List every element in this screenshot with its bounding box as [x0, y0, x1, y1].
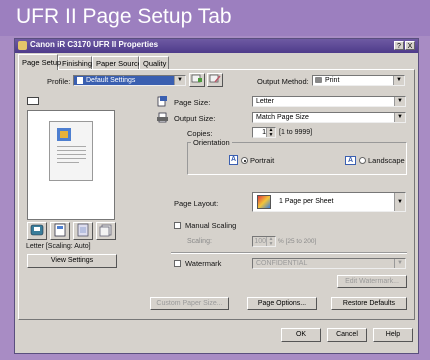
output-size-label: Output Size:: [174, 114, 216, 123]
printer-icon: [30, 224, 44, 236]
preview-mode-icon: [27, 97, 39, 105]
output-method-select[interactable]: Print ▼: [312, 75, 405, 86]
view-settings-button[interactable]: View Settings: [27, 254, 117, 268]
landscape-radio[interactable]: [359, 157, 366, 164]
page-size-icon: [157, 96, 167, 107]
page-layout-value: 1 Page per Sheet: [279, 198, 334, 205]
page-layout-label: Page Layout:: [174, 199, 219, 208]
edit-profile-icon: [209, 74, 221, 83]
window-title: Canon iR C3170 UFR II Properties: [30, 40, 159, 49]
copies-stepper[interactable]: 1 ▲ ▼: [252, 127, 276, 138]
watermark-checkbox[interactable]: [174, 260, 181, 267]
watermark-value: CONFIDENTIAL: [256, 260, 308, 267]
add-profile-icon: [191, 74, 202, 83]
page-size-value: Letter: [256, 98, 274, 105]
portrait-label[interactable]: Portrait: [250, 156, 274, 165]
preview-sheet: [49, 121, 93, 181]
page-setup-panel: Profile: Default Settings ▼ Output Metho…: [18, 69, 415, 320]
banner-title: UFR II Page Setup Tab: [16, 5, 232, 28]
restore-defaults-button[interactable]: Restore Defaults: [331, 297, 407, 310]
profile-value: Default Settings: [86, 77, 136, 84]
custom-paper-size-button[interactable]: Custom Paper Size...: [150, 297, 229, 310]
page-view-button[interactable]: [50, 222, 70, 240]
output-size-icon: [157, 112, 168, 123]
ok-button[interactable]: OK: [281, 328, 321, 342]
page-options-button[interactable]: Page Options...: [247, 297, 317, 310]
portrait-icon: A: [229, 155, 238, 165]
watermark-label[interactable]: Watermark: [185, 259, 221, 268]
title-bar: Canon iR C3170 UFR II Properties ? X: [15, 39, 418, 53]
printer-view-button[interactable]: [27, 222, 47, 240]
preview-status: Letter [Scaling: Auto]: [26, 243, 91, 250]
page-layout-select[interactable]: 1 Page per Sheet ▼: [252, 192, 406, 212]
edit-watermark-button[interactable]: Edit Watermark...: [337, 275, 407, 288]
help-button[interactable]: Help: [373, 328, 413, 342]
stepper-arrows-icon[interactable]: ▲ ▼: [266, 128, 275, 137]
chevron-down-icon: ▼: [393, 76, 404, 85]
tab-page-setup[interactable]: Page Setup: [18, 54, 61, 70]
chevron-down-icon: ▼: [174, 76, 185, 85]
page-size-select[interactable]: Letter ▼: [252, 96, 406, 107]
banner: UFR II Page Setup Tab: [0, 0, 430, 36]
watermark-select[interactable]: CONFIDENTIAL ▼: [252, 258, 406, 269]
chevron-down-icon: ▼: [394, 259, 405, 268]
output-size-select[interactable]: Match Page Size ▼: [252, 112, 406, 123]
profile-label: Profile:: [47, 77, 71, 86]
printer-app-icon: [18, 41, 27, 50]
add-profile-button[interactable]: [189, 73, 205, 87]
page-size-label: Page Size:: [174, 98, 211, 107]
page-preview: [27, 110, 115, 220]
scaling-stepper[interactable]: 100 ▲ ▼: [252, 236, 276, 247]
cancel-button[interactable]: Cancel: [327, 328, 367, 342]
scaling-label: Scaling:: [187, 238, 212, 245]
portrait-radio[interactable]: [241, 157, 248, 164]
tab-quality[interactable]: Quality: [139, 56, 169, 69]
chevron-down-icon: ▼: [394, 113, 405, 122]
stepper-arrows-icon[interactable]: ▲ ▼: [266, 237, 275, 246]
tab-finishing[interactable]: Finishing: [58, 56, 92, 69]
output-method-value: Print: [325, 77, 340, 84]
copies-label: Copies:: [187, 129, 213, 138]
scaling-range: % [25 to 200]: [278, 238, 317, 245]
chevron-down-icon: ▼: [394, 193, 405, 211]
close-title-button[interactable]: X: [405, 41, 415, 50]
profile-icon: [77, 77, 83, 84]
tab-paper-source[interactable]: Paper Source: [92, 56, 142, 69]
help-title-button[interactable]: ?: [394, 41, 404, 50]
landscape-icon: A: [345, 156, 356, 165]
chevron-down-icon: ▼: [394, 97, 405, 106]
stack-icon: [99, 224, 112, 237]
print-icon: [315, 77, 322, 83]
edit-profile-button[interactable]: [207, 73, 223, 87]
finishing-view-button[interactable]: [96, 222, 116, 240]
orientation-label: Orientation: [191, 138, 232, 147]
profile-select[interactable]: Default Settings ▼: [73, 75, 186, 86]
scaling-value: 100: [254, 238, 266, 245]
properties-dialog: Canon iR C3170 UFR II Properties ? X Pag…: [14, 38, 419, 354]
page-icon: [54, 223, 66, 237]
divider: [171, 252, 407, 254]
page-layout-icon: [257, 195, 271, 209]
output-method-label: Output Method:: [257, 77, 309, 86]
copies-range: [1 to 9999]: [279, 129, 313, 136]
manual-scaling-checkbox[interactable]: [174, 222, 181, 229]
landscape-label[interactable]: Landscape: [368, 156, 405, 165]
output-size-value: Match Page Size: [256, 114, 309, 121]
layout-icon: [77, 223, 89, 237]
setting-view-button[interactable]: [73, 222, 93, 240]
preview-image-block: [57, 128, 71, 141]
manual-scaling-label[interactable]: Manual Scaling: [185, 221, 236, 230]
